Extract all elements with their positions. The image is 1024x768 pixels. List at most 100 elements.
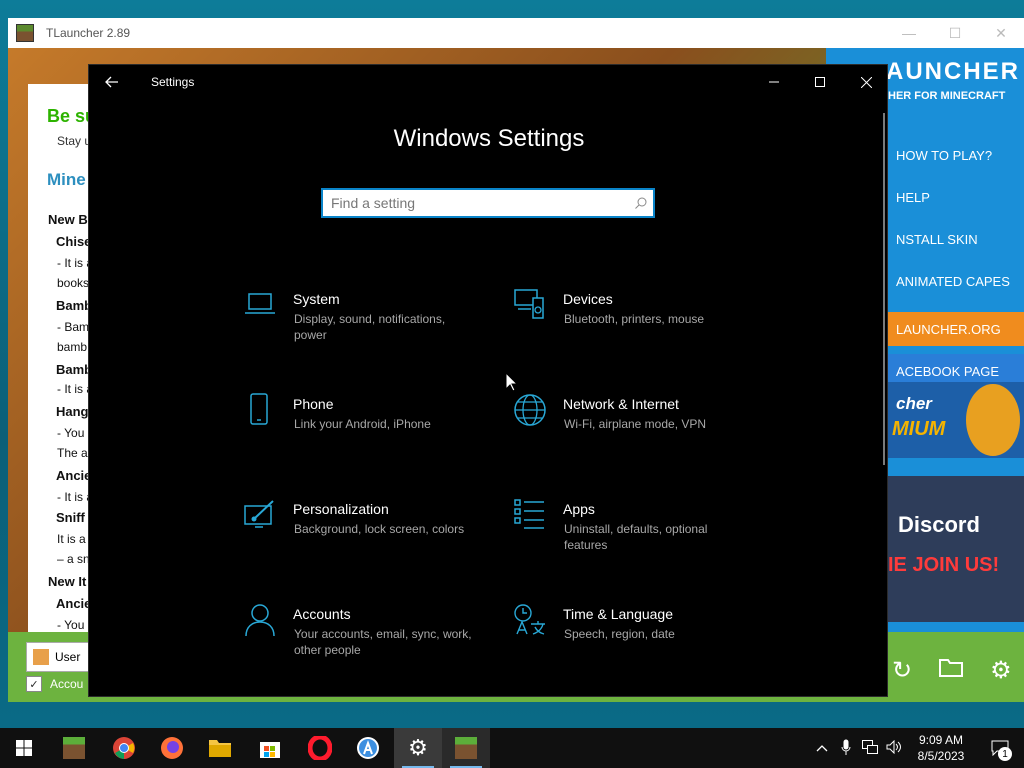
news-line: It is a <box>57 532 86 546</box>
sidebar-brand-sub: HER FOR MINECRAFT <box>888 90 1006 102</box>
tlauncher-icon[interactable] <box>442 728 490 768</box>
gear-icon[interactable]: ⚙ <box>990 656 1012 685</box>
tlauncher-titlebar[interactable]: TLauncher 2.89 — ☐ ✕ <box>8 18 1024 48</box>
tile-name: Personalization <box>293 501 389 517</box>
premium-text-2: MIUM <box>892 418 946 440</box>
minimize-icon[interactable]: — <box>886 18 932 48</box>
news-line: books <box>57 276 90 290</box>
volume-icon[interactable] <box>882 739 906 757</box>
news-line: - Bam <box>57 320 90 334</box>
taskbar: ⚙ 9:09 AM 8/5/2023 1 <box>0 728 1024 768</box>
mouse-cursor-icon <box>505 372 519 392</box>
close-icon[interactable] <box>843 65 889 99</box>
notifications-icon[interactable]: 1 <box>976 728 1024 768</box>
clock-date: 8/5/2023 <box>917 749 965 763</box>
tile-devices[interactable]: Devices Bluetooth, printers, mouse <box>513 288 743 358</box>
discord-cta: IE JOIN US! <box>888 554 1000 576</box>
user-field-label: User <box>55 650 81 664</box>
settings-window-title: Settings <box>151 75 195 89</box>
accounts-label: Accou <box>50 677 84 691</box>
tile-personalization[interactable]: Personalization Background, lock screen,… <box>243 498 473 568</box>
settings-icon[interactable]: ⚙ <box>394 728 442 768</box>
minimize-icon[interactable] <box>751 65 797 99</box>
firefox-icon[interactable] <box>148 728 196 768</box>
phone-icon <box>250 393 268 425</box>
news-line: Bamb <box>56 362 93 377</box>
tile-name: Apps <box>563 501 595 517</box>
news-line: Ancie <box>56 468 92 483</box>
folder-icon[interactable] <box>938 656 964 685</box>
minecraft-icon[interactable] <box>50 728 98 768</box>
tile-description: Bluetooth, printers, mouse <box>564 312 705 326</box>
premium-character-icon <box>966 384 1020 456</box>
search-icon[interactable] <box>629 197 653 209</box>
chrome-icon[interactable] <box>100 728 148 768</box>
news-line: Hang <box>56 404 89 419</box>
news-line: New B <box>48 212 88 227</box>
news-line: bamb <box>57 340 88 354</box>
globe-icon <box>514 394 546 426</box>
clock[interactable]: 9:09 AM 8/5/2023 <box>906 732 976 764</box>
back-arrow-icon[interactable] <box>89 65 135 99</box>
premium-text-1: cher <box>896 394 932 413</box>
user-field[interactable]: User <box>26 642 90 672</box>
search-input[interactable] <box>323 190 629 216</box>
tile-apps[interactable]: Apps Uninstall, defaults, optional featu… <box>513 498 743 568</box>
accounts-checkbox[interactable]: ✓ Accou <box>26 676 83 692</box>
tile-description: Your accounts, email, sync, work, other … <box>294 627 472 657</box>
tile-description: Wi-Fi, airplane mode, VPN <box>564 417 707 431</box>
microphone-icon[interactable] <box>834 739 858 758</box>
sidebar-item-animated-capes[interactable]: ANIMATED CAPES <box>896 274 1010 289</box>
news-line: – a sn <box>57 552 90 566</box>
tile-name: Phone <box>293 396 334 412</box>
maximize-icon[interactable] <box>797 65 843 99</box>
clock-time: 9:09 AM <box>918 733 964 747</box>
tile-name: Time & Language <box>563 606 673 622</box>
news-line: Chise <box>56 234 92 249</box>
notification-count-badge: 1 <box>998 747 1012 761</box>
refresh-icon[interactable]: ↻ <box>892 656 912 685</box>
discord-banner[interactable]: Discord IE JOIN US! <box>888 476 1024 622</box>
tile-name: Devices <box>563 291 613 307</box>
user-avatar-icon <box>33 649 49 665</box>
tile-name: System <box>293 291 340 307</box>
news-line: Sniff <box>56 510 85 525</box>
windows-start-icon[interactable] <box>0 728 48 768</box>
chevron-up-icon[interactable] <box>810 741 834 755</box>
news-line: Bamb <box>56 298 93 313</box>
news-line: - You <box>57 426 85 440</box>
tile-name: Accounts <box>293 606 351 622</box>
tile-description: Speech, region, date <box>564 627 675 641</box>
sidebar-item-help[interactable]: HELP <box>896 190 930 205</box>
premium-banner[interactable]: cher MIUM <box>888 382 1024 458</box>
app-installer-icon[interactable] <box>344 728 392 768</box>
settings-window: Settings Windows Settings System Display… <box>88 64 888 697</box>
maximize-icon[interactable]: ☐ <box>932 18 978 48</box>
store-icon[interactable] <box>246 728 294 768</box>
person-icon <box>245 604 275 637</box>
tile-accounts[interactable]: Accounts Your accounts, email, sync, wor… <box>243 603 473 673</box>
news-subheading: Stay u <box>57 134 92 148</box>
devices-icon <box>514 289 544 319</box>
news-line: The a <box>57 446 88 460</box>
scrollbar[interactable] <box>883 113 885 465</box>
tile-name: Network & Internet <box>563 396 679 412</box>
opera-icon[interactable] <box>296 728 344 768</box>
news-line: - You <box>57 618 85 632</box>
tile-network[interactable]: Network & Internet Wi-Fi, airplane mode,… <box>513 393 743 463</box>
search-box[interactable] <box>321 188 655 218</box>
sidebar-item-install-skin[interactable]: NSTALL SKIN <box>896 232 978 247</box>
network-icon[interactable] <box>858 739 882 757</box>
sidebar-item-how-to-play[interactable]: HOW TO PLAY? <box>896 148 992 163</box>
file-explorer-icon[interactable] <box>196 728 244 768</box>
tile-phone[interactable]: Phone Link your Android, iPhone <box>243 393 473 463</box>
close-icon[interactable]: ✕ <box>978 18 1024 48</box>
sidebar-brand: AUNCHER <box>886 58 1020 85</box>
tile-system[interactable]: System Display, sound, notifications, po… <box>243 288 473 358</box>
settings-titlebar[interactable]: Settings <box>89 65 889 99</box>
tile-time-language[interactable]: Time & Language Speech, region, date <box>513 603 743 673</box>
news-section-title: Mine <box>47 170 86 189</box>
page-title: Windows Settings <box>393 125 585 152</box>
site-button[interactable]: LAUNCHER.ORG <box>888 312 1024 346</box>
laptop-icon <box>245 293 275 314</box>
